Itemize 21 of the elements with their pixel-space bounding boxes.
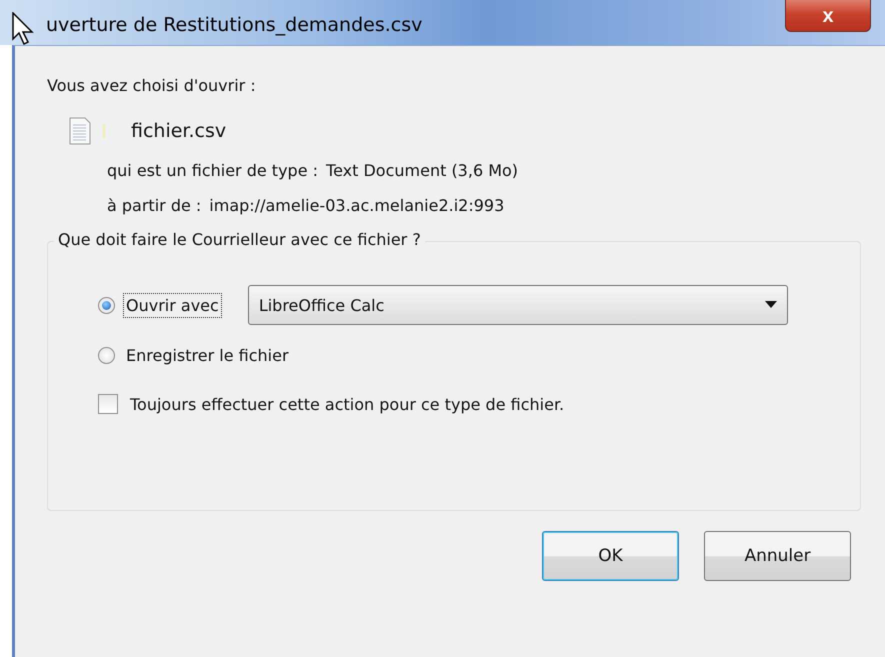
radio-button[interactable] (98, 296, 115, 314)
cancel-button[interactable]: Annuler (704, 531, 851, 581)
close-button[interactable]: x (785, 0, 871, 32)
type-label: qui est un fichier de type : (107, 161, 318, 180)
cursor-icon (12, 12, 36, 46)
window-title: uverture de Restitutions_demandes.csv (46, 14, 422, 36)
checkbox[interactable] (98, 394, 118, 414)
application-dropdown[interactable]: LibreOffice Calc (248, 285, 788, 325)
group-title: Que doit faire le Courrielleur avec ce fichier ? (54, 230, 425, 249)
option-label[interactable]: Enregistrer le fichier (123, 342, 292, 368)
checkbox-label[interactable]: Toujours effectuer cette action pour ce type de fichier. (130, 394, 564, 414)
type-value: Text Document (3,6 Mo) (326, 161, 518, 180)
caret-icon (764, 301, 777, 309)
file-name: fichier.csv (131, 120, 226, 142)
intro-text: Vous avez choisi d'ouvrir : (47, 76, 257, 95)
radio-button[interactable] (98, 346, 115, 364)
document-icon (69, 117, 91, 145)
source-label: à partir de : (107, 196, 202, 215)
ok-button[interactable]: OK (542, 531, 679, 581)
option-label[interactable]: Ouvrir avec (123, 292, 222, 318)
source-value: imap://amelie-03.ac.melanie2.i2:993 (209, 196, 504, 215)
